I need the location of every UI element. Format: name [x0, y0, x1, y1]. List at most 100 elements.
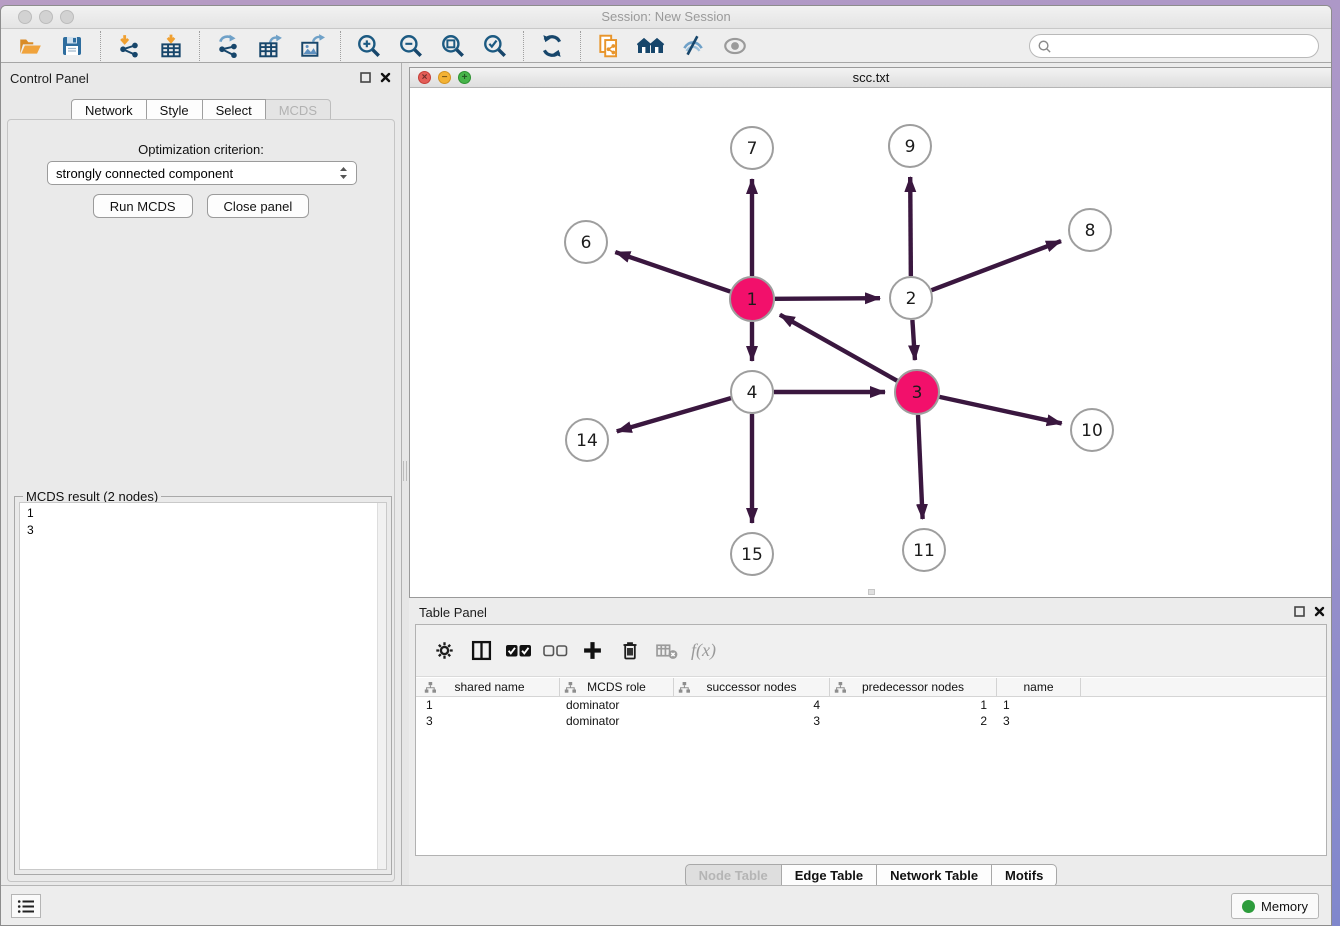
mcds-result-text[interactable]: 13 [19, 502, 387, 870]
memory-button[interactable]: Memory [1231, 893, 1319, 919]
column-header-MCDS-role[interactable]: MCDS role [560, 678, 674, 696]
import-network-icon[interactable] [113, 31, 145, 61]
search-input[interactable] [1052, 36, 1318, 56]
tab-node-table[interactable]: Node Table [685, 864, 782, 887]
tab-edge-table[interactable]: Edge Table [782, 864, 877, 887]
table-panel-title: Table Panel [419, 605, 487, 620]
main-toolbar [1, 29, 1331, 63]
run-mcds-button[interactable]: Run MCDS [93, 194, 193, 218]
graph-node-label-3: 3 [912, 383, 923, 403]
apply-layout-icon[interactable] [536, 31, 568, 61]
cell-name[interactable]: 1 [997, 697, 1081, 713]
status-bar: Memory [1, 885, 1331, 925]
mcds-panel: Optimization criterion: strongly connect… [7, 119, 395, 882]
show-columns-icon[interactable] [463, 636, 500, 666]
criterion-dropdown[interactable]: strongly connected component [47, 161, 357, 185]
deselect-all-icon[interactable] [537, 636, 574, 666]
graph-node-label-2: 2 [906, 289, 917, 309]
frame-resize-handle[interactable] [868, 589, 875, 595]
column-header-predecessor-nodes[interactable]: predecessor nodes [830, 678, 997, 696]
table-row[interactable]: 3dominator323 [416, 713, 1326, 729]
close-panel-icon[interactable] [380, 72, 391, 83]
graph-edge-2-3[interactable] [912, 320, 915, 360]
first-neighbors-icon[interactable] [635, 31, 667, 61]
column-type-icon [424, 681, 437, 694]
cell-successor-nodes[interactable]: 4 [674, 697, 830, 713]
zoom-in-icon[interactable] [353, 31, 385, 61]
network-canvas[interactable]: 7968124314101511 [410, 88, 1332, 597]
network-view-frame: × − + scc.txt 7968124314101511 [409, 67, 1332, 598]
toolbar-separator [199, 31, 200, 61]
save-session-icon[interactable] [56, 31, 88, 61]
cell-name[interactable]: 3 [997, 713, 1081, 729]
result-scrollbar[interactable] [377, 503, 386, 869]
create-column-icon[interactable] [574, 636, 611, 666]
titlebar: Session: New Session [1, 6, 1331, 29]
cell-MCDS-role[interactable]: dominator [560, 697, 674, 713]
task-history-button[interactable] [11, 894, 41, 918]
hide-selected-icon[interactable] [677, 31, 709, 61]
splitter-grip[interactable] [403, 461, 407, 481]
cell-predecessor-nodes[interactable]: 2 [830, 713, 997, 729]
graph-edge-1-2[interactable] [775, 298, 880, 299]
mcds-result-group: MCDS result (2 nodes) 13 [14, 496, 392, 875]
graph-edge-2-9[interactable] [910, 177, 911, 276]
zoom-fit-icon[interactable] [437, 31, 469, 61]
table-panel-header: Table Panel [409, 598, 1332, 624]
panel-splitter[interactable] [402, 63, 409, 887]
list-icon [17, 899, 35, 914]
export-table-icon[interactable] [254, 31, 286, 61]
graph-edge-3-10[interactable] [939, 397, 1061, 424]
graph-node-label-9: 9 [905, 137, 916, 157]
graph-edge-3-1[interactable] [780, 315, 897, 381]
cell-successor-nodes[interactable]: 3 [674, 713, 830, 729]
cell-predecessor-nodes[interactable]: 1 [830, 697, 997, 713]
graph-node-label-4: 4 [747, 383, 758, 403]
select-all-icon[interactable] [500, 636, 537, 666]
close-table-panel-icon[interactable] [1314, 606, 1325, 617]
cell-MCDS-role[interactable]: dominator [560, 713, 674, 729]
graph-edge-3-11[interactable] [918, 415, 923, 519]
graph-edge-2-8[interactable] [932, 241, 1061, 290]
graph-edge-4-14[interactable] [617, 398, 731, 431]
float-panel-icon[interactable] [360, 72, 371, 83]
dropdown-stepper-icon [339, 166, 348, 180]
cell-shared-name[interactable]: 3 [420, 713, 560, 729]
cell-shared-name[interactable]: 1 [420, 697, 560, 713]
zoom-selected-icon[interactable] [479, 31, 511, 61]
open-session-icon[interactable] [14, 31, 46, 61]
table-row[interactable]: 1dominator411 [416, 697, 1326, 713]
show-hidden-icon[interactable] [719, 31, 751, 61]
control-panel-title: Control Panel [10, 71, 89, 86]
delete-table-icon[interactable] [648, 636, 685, 666]
column-type-icon [564, 681, 577, 694]
function-builder-icon[interactable]: f(x) [685, 636, 722, 666]
toolbar-separator [580, 31, 581, 61]
graph-node-label-10: 10 [1081, 421, 1103, 441]
export-network-icon[interactable] [212, 31, 244, 61]
table-tabs: Node TableEdge TableNetwork TableMotifs [409, 864, 1332, 887]
zoom-out-icon[interactable] [395, 31, 427, 61]
tab-network-table[interactable]: Network Table [877, 864, 992, 887]
tab-motifs[interactable]: Motifs [992, 864, 1057, 887]
column-header-filler [1081, 678, 1326, 696]
node-table: f(x) shared nameMCDS rolesuccessor nodes… [415, 624, 1327, 856]
float-table-panel-icon[interactable] [1294, 606, 1305, 617]
delete-column-icon[interactable] [611, 636, 648, 666]
graph-node-label-7: 7 [747, 139, 758, 159]
toolbar-separator [100, 31, 101, 61]
table-settings-icon[interactable] [426, 636, 463, 666]
graph-node-label-6: 6 [581, 233, 592, 253]
column-header-successor-nodes[interactable]: successor nodes [674, 678, 830, 696]
memory-label: Memory [1261, 899, 1308, 914]
column-header-shared-name[interactable]: shared name [420, 678, 560, 696]
graph-edge-1-6[interactable] [615, 252, 730, 291]
import-table-icon[interactable] [155, 31, 187, 61]
close-panel-button[interactable]: Close panel [207, 194, 310, 218]
network-frame-titlebar: × − + scc.txt [410, 68, 1332, 88]
clone-network-icon[interactable] [593, 31, 625, 61]
toolbar-separator [523, 31, 524, 61]
column-header-name[interactable]: name [997, 678, 1081, 696]
export-image-icon[interactable] [296, 31, 328, 61]
search-icon [1037, 39, 1052, 54]
